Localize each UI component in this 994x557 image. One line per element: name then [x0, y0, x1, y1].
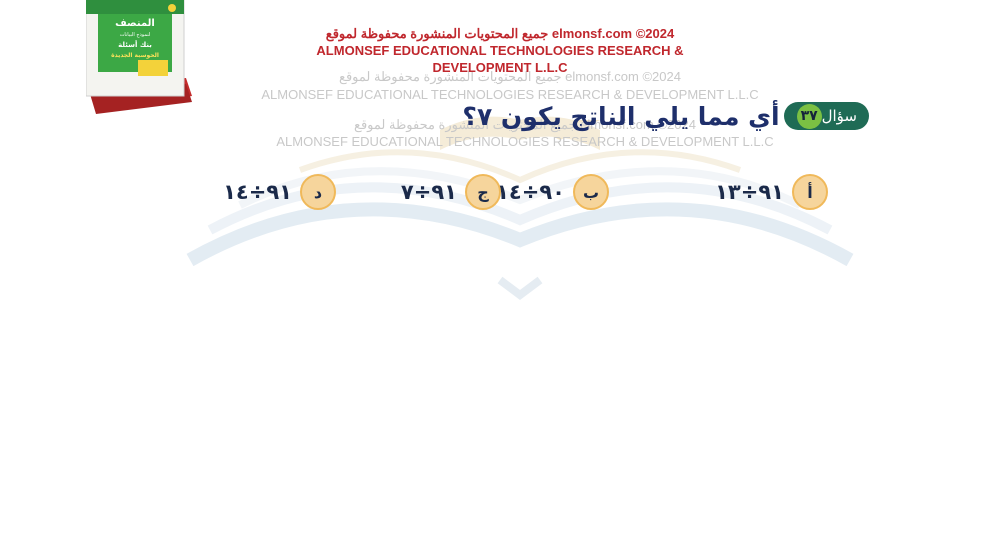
book-title-4: الحوسبة الجديدة	[111, 52, 159, 59]
option-d[interactable]: د ٩١÷١٤	[223, 174, 336, 210]
option-a-value: ٩١÷١٣	[715, 180, 784, 204]
option-c-value: ٩١÷٧	[400, 180, 457, 204]
copyright-line-1: جميع المحتويات المنشورة محفوظة لموقع elm…	[325, 26, 675, 41]
book-title-2: لنموذج البيانات	[120, 32, 151, 38]
option-b-value: ٩٠÷١٤	[496, 180, 565, 204]
copyright-line-3: DEVELOPMENT L.L.C	[432, 60, 568, 75]
question-badge: سؤال ٣٧	[783, 102, 869, 130]
question-header: سؤال ٣٧ أي مما يلي الناتج يكون ٧؟	[462, 98, 869, 134]
option-c-letter: ج	[465, 174, 501, 210]
option-b-letter: ب	[573, 174, 609, 210]
option-b[interactable]: ب ٩٠÷١٤	[496, 174, 609, 210]
book-cover-image: المنصف لنموذج البيانات بنك أسئلة الحوسبة…	[85, 0, 192, 114]
question-badge-label: سؤال	[821, 107, 857, 125]
option-a-letter: أ	[792, 174, 828, 210]
question-number: ٣٧	[796, 103, 822, 129]
option-a[interactable]: أ ٩١÷١٣	[715, 174, 828, 210]
option-d-letter: د	[300, 174, 336, 210]
watermark-text-4: ALMONSEF EDUCATIONAL TECHNOLOGIES RESEAR…	[276, 134, 774, 149]
option-c[interactable]: ج ٩١÷٧	[401, 174, 501, 210]
question-text: أي مما يلي الناتج يكون ٧؟	[462, 101, 780, 131]
book-title-1: المنصف	[115, 18, 155, 29]
option-d-value: ٩١÷١٤	[223, 180, 292, 204]
book-title-3: بنك أسئلة	[118, 40, 152, 49]
copyright-line-2: ALMONSEF EDUCATIONAL TECHNOLOGIES RESEAR…	[316, 43, 684, 58]
